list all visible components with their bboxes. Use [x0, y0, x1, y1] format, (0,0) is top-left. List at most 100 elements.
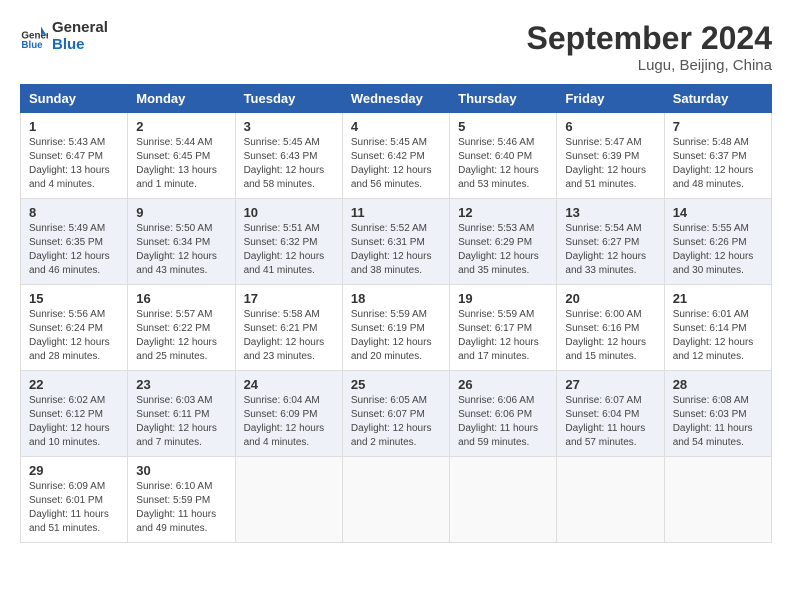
- logo-icon: General Blue: [20, 23, 48, 51]
- calendar-cell: 4Sunrise: 5:45 AMSunset: 6:42 PMDaylight…: [342, 113, 449, 199]
- calendar-week-2: 8 Sunrise: 5:49 AMSunset: 6:35 PMDaylight…: [21, 199, 772, 285]
- weekday-header-monday: Monday: [128, 85, 235, 113]
- weekday-header-tuesday: Tuesday: [235, 85, 342, 113]
- day-number: 3: [244, 119, 334, 134]
- calendar-week-5: 29 Sunrise: 6:09 AMSunset: 6:01 PMDayligh…: [21, 457, 772, 543]
- day-number: 22: [29, 377, 119, 392]
- day-info: Sunrise: 5:54 AMSunset: 6:27 PMDaylight:…: [565, 222, 655, 278]
- day-number: 26: [458, 377, 548, 392]
- calendar-table: SundayMondayTuesdayWednesdayThursdayFrid…: [20, 84, 772, 543]
- day-number: 24: [244, 377, 334, 392]
- day-info: Sunrise: 5:53 AMSunset: 6:29 PMDaylight:…: [458, 222, 548, 278]
- weekday-header-sunday: Sunday: [21, 85, 128, 113]
- day-number: 15: [29, 291, 119, 306]
- calendar-cell: 12 Sunrise: 5:53 AMSunset: 6:29 PMDayligh…: [450, 199, 557, 285]
- calendar-cell: 25 Sunrise: 6:05 AMSunset: 6:07 PMDayligh…: [342, 371, 449, 457]
- day-info: Sunrise: 6:05 AMSunset: 6:07 PMDaylight:…: [351, 394, 441, 450]
- calendar-cell: 19 Sunrise: 5:59 AMSunset: 6:17 PMDayligh…: [450, 285, 557, 371]
- day-number: 11: [351, 205, 441, 220]
- day-info: Sunrise: 5:44 AMSunset: 6:45 PMDaylight:…: [136, 136, 226, 192]
- day-info: Sunrise: 5:47 AMSunset: 6:39 PMDaylight:…: [565, 136, 655, 192]
- svg-text:Blue: Blue: [21, 40, 43, 51]
- month-title: September 2024: [527, 20, 772, 57]
- day-number: 8: [29, 205, 119, 220]
- weekday-header-row: SundayMondayTuesdayWednesdayThursdayFrid…: [21, 85, 772, 113]
- calendar-cell: 28Sunrise: 6:08 AMSunset: 6:03 PMDayligh…: [664, 371, 771, 457]
- day-number: 7: [673, 119, 763, 134]
- day-number: 25: [351, 377, 441, 392]
- day-number: 2: [136, 119, 226, 134]
- day-number: 23: [136, 377, 226, 392]
- day-info: Sunrise: 5:43 AMSunset: 6:47 PMDaylight:…: [29, 136, 119, 192]
- day-number: 30: [136, 463, 226, 478]
- calendar-cell: 13Sunrise: 5:54 AMSunset: 6:27 PMDayligh…: [557, 199, 664, 285]
- calendar-cell: 18 Sunrise: 5:59 AMSunset: 6:19 PMDayligh…: [342, 285, 449, 371]
- day-info: Sunrise: 5:59 AMSunset: 6:17 PMDaylight:…: [458, 308, 548, 364]
- calendar-cell: 11Sunrise: 5:52 AMSunset: 6:31 PMDayligh…: [342, 199, 449, 285]
- day-info: Sunrise: 5:56 AMSunset: 6:24 PMDaylight:…: [29, 308, 119, 364]
- day-info: Sunrise: 5:45 AMSunset: 6:43 PMDaylight:…: [244, 136, 334, 192]
- calendar-cell: 17 Sunrise: 5:58 AMSunset: 6:21 PMDayligh…: [235, 285, 342, 371]
- calendar-cell: [235, 457, 342, 543]
- day-info: Sunrise: 6:03 AMSunset: 6:11 PMDaylight:…: [136, 394, 226, 450]
- day-number: 29: [29, 463, 119, 478]
- day-number: 4: [351, 119, 441, 134]
- calendar-cell: 14 Sunrise: 5:55 AMSunset: 6:26 PMDayligh…: [664, 199, 771, 285]
- day-number: 9: [136, 205, 226, 220]
- logo: General Blue General Blue: [20, 20, 108, 53]
- calendar-cell: 3 Sunrise: 5:45 AMSunset: 6:43 PMDaylight…: [235, 113, 342, 199]
- day-number: 21: [673, 291, 763, 306]
- calendar-cell: [664, 457, 771, 543]
- calendar-cell: 26 Sunrise: 6:06 AMSunset: 6:06 PMDayligh…: [450, 371, 557, 457]
- location: Lugu, Beijing, China: [527, 57, 772, 74]
- title-area: September 2024 Lugu, Beijing, China: [527, 20, 772, 74]
- day-info: Sunrise: 5:49 AMSunset: 6:35 PMDaylight:…: [29, 222, 119, 278]
- weekday-header-friday: Friday: [557, 85, 664, 113]
- day-number: 18: [351, 291, 441, 306]
- calendar-cell: [557, 457, 664, 543]
- calendar-cell: 6 Sunrise: 5:47 AMSunset: 6:39 PMDaylight…: [557, 113, 664, 199]
- day-info: Sunrise: 5:55 AMSunset: 6:26 PMDaylight:…: [673, 222, 763, 278]
- calendar-cell: 29 Sunrise: 6:09 AMSunset: 6:01 PMDayligh…: [21, 457, 128, 543]
- day-number: 12: [458, 205, 548, 220]
- weekday-header-thursday: Thursday: [450, 85, 557, 113]
- day-info: Sunrise: 5:51 AMSunset: 6:32 PMDaylight:…: [244, 222, 334, 278]
- calendar-week-1: 1 Sunrise: 5:43 AMSunset: 6:47 PMDaylight…: [21, 113, 772, 199]
- day-info: Sunrise: 6:04 AMSunset: 6:09 PMDaylight:…: [244, 394, 334, 450]
- logo-line2: Blue: [52, 37, 108, 54]
- day-info: Sunrise: 5:57 AMSunset: 6:22 PMDaylight:…: [136, 308, 226, 364]
- day-number: 17: [244, 291, 334, 306]
- calendar-cell: 10Sunrise: 5:51 AMSunset: 6:32 PMDayligh…: [235, 199, 342, 285]
- logo-line1: General: [52, 20, 108, 37]
- day-number: 19: [458, 291, 548, 306]
- day-number: 6: [565, 119, 655, 134]
- calendar-cell: 5Sunrise: 5:46 AMSunset: 6:40 PMDaylight…: [450, 113, 557, 199]
- day-info: Sunrise: 6:10 AMSunset: 5:59 PMDaylight:…: [136, 480, 226, 536]
- day-info: Sunrise: 6:09 AMSunset: 6:01 PMDaylight:…: [29, 480, 119, 536]
- day-info: Sunrise: 5:50 AMSunset: 6:34 PMDaylight:…: [136, 222, 226, 278]
- calendar-cell: 15 Sunrise: 5:56 AMSunset: 6:24 PMDayligh…: [21, 285, 128, 371]
- weekday-header-wednesday: Wednesday: [342, 85, 449, 113]
- day-number: 14: [673, 205, 763, 220]
- day-info: Sunrise: 6:08 AMSunset: 6:03 PMDaylight:…: [673, 394, 763, 450]
- weekday-header-saturday: Saturday: [664, 85, 771, 113]
- calendar-cell: 8 Sunrise: 5:49 AMSunset: 6:35 PMDaylight…: [21, 199, 128, 285]
- calendar-cell: 9 Sunrise: 5:50 AMSunset: 6:34 PMDaylight…: [128, 199, 235, 285]
- day-number: 5: [458, 119, 548, 134]
- day-info: Sunrise: 5:58 AMSunset: 6:21 PMDaylight:…: [244, 308, 334, 364]
- calendar-cell: 23 Sunrise: 6:03 AMSunset: 6:11 PMDayligh…: [128, 371, 235, 457]
- calendar-cell: 30 Sunrise: 6:10 AMSunset: 5:59 PMDayligh…: [128, 457, 235, 543]
- calendar-cell: 21Sunrise: 6:01 AMSunset: 6:14 PMDayligh…: [664, 285, 771, 371]
- day-number: 1: [29, 119, 119, 134]
- calendar-week-3: 15 Sunrise: 5:56 AMSunset: 6:24 PMDayligh…: [21, 285, 772, 371]
- day-number: 20: [565, 291, 655, 306]
- calendar-cell: 7Sunrise: 5:48 AMSunset: 6:37 PMDaylight…: [664, 113, 771, 199]
- day-number: 16: [136, 291, 226, 306]
- day-info: Sunrise: 6:06 AMSunset: 6:06 PMDaylight:…: [458, 394, 548, 450]
- calendar-cell: 2 Sunrise: 5:44 AMSunset: 6:45 PMDaylight…: [128, 113, 235, 199]
- header: General Blue General Blue September 2024…: [20, 20, 772, 74]
- calendar-cell: [342, 457, 449, 543]
- day-info: Sunrise: 6:02 AMSunset: 6:12 PMDaylight:…: [29, 394, 119, 450]
- calendar-cell: 16 Sunrise: 5:57 AMSunset: 6:22 PMDayligh…: [128, 285, 235, 371]
- day-info: Sunrise: 5:59 AMSunset: 6:19 PMDaylight:…: [351, 308, 441, 364]
